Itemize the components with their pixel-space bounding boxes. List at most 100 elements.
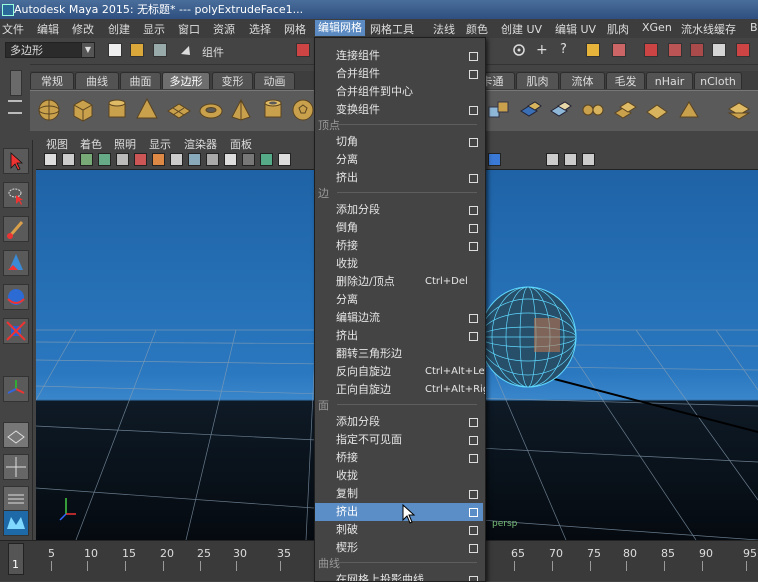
select-tool[interactable] <box>3 148 29 174</box>
menu-item[interactable]: 删除边/顶点 Ctrl+Del <box>315 273 483 291</box>
menu-item[interactable]: 分离 <box>315 291 483 309</box>
option-box-icon[interactable] <box>469 138 478 147</box>
camera-cube-icon[interactable] <box>546 153 559 166</box>
menu-item[interactable]: 指定不可见面 <box>315 431 483 449</box>
camera-select-icon[interactable] <box>44 153 57 166</box>
menu-item[interactable]: 收拢 <box>315 467 483 485</box>
poly-pyramid-icon[interactable] <box>228 97 254 123</box>
menu-item[interactable]: 桥接 <box>315 237 483 255</box>
extract-icon[interactable] <box>548 97 574 123</box>
lock-icon[interactable] <box>586 43 600 57</box>
paint-select-tool[interactable] <box>3 216 29 242</box>
menubar-item[interactable]: 颜色 <box>466 21 488 37</box>
selection-mode-icon[interactable] <box>178 43 192 57</box>
menubar-item[interactable]: 肌肉 <box>607 21 629 37</box>
menu-item[interactable]: 翻转三角形边 <box>315 345 483 363</box>
image-plane-icon[interactable] <box>98 153 111 166</box>
option-box-icon[interactable] <box>469 314 478 323</box>
menu-item[interactable]: 复制 <box>315 485 483 503</box>
option-box-icon[interactable] <box>469 508 478 517</box>
snap-curve-icon[interactable] <box>668 43 682 57</box>
poly-plane-icon[interactable] <box>166 97 192 123</box>
option-box-icon[interactable] <box>469 224 478 233</box>
option-box-icon[interactable] <box>469 206 478 215</box>
boolean-difference-icon[interactable] <box>644 97 670 123</box>
menubar-item[interactable]: 法线 <box>433 21 455 37</box>
menubar-item[interactable]: 创建 <box>108 21 130 37</box>
open-scene-icon[interactable] <box>130 43 144 57</box>
magnet-icon[interactable] <box>644 43 658 57</box>
isolate-select-icon[interactable] <box>278 153 291 166</box>
panel-menu-item[interactable]: 面板 <box>230 136 252 152</box>
menubar-item[interactable]: 资源 <box>213 21 235 37</box>
mirror-geometry-icon[interactable] <box>726 97 752 123</box>
grid-toggle-icon[interactable] <box>116 153 129 166</box>
combine-icon[interactable] <box>486 97 512 123</box>
menu-set-select[interactable]: 多边形 ▼ <box>5 42 95 58</box>
shelf-tab[interactable]: 变形 <box>212 72 253 89</box>
menu-item[interactable]: 在网格上投影曲线 <box>315 571 483 581</box>
new-scene-icon[interactable] <box>108 43 122 57</box>
menu-item[interactable]: 挤出 <box>315 503 483 521</box>
shelf-tab[interactable]: nHair <box>646 72 693 89</box>
current-frame-marker[interactable]: 1 <box>8 543 24 575</box>
wireframe-icon[interactable] <box>170 153 183 166</box>
boolean-intersection-icon[interactable] <box>676 97 702 123</box>
menubar-item[interactable]: 网格 <box>284 21 306 37</box>
four-pane-layout-icon[interactable] <box>3 454 29 480</box>
shelf-tab[interactable]: 肌肉 <box>516 72 559 89</box>
panel-menu-item[interactable]: 着色 <box>80 136 102 152</box>
manipulator-tool[interactable] <box>3 376 29 402</box>
xray-joints-icon[interactable] <box>488 153 501 166</box>
shelf-tab[interactable]: 曲线 <box>75 72 119 89</box>
option-box-icon[interactable] <box>469 174 478 183</box>
help-icon[interactable]: ? <box>560 42 574 57</box>
menu-item[interactable]: 连接组件 <box>315 47 483 65</box>
option-box-icon[interactable] <box>469 242 478 251</box>
rotate-tool[interactable] <box>3 284 29 310</box>
single-pane-layout-icon[interactable] <box>3 422 29 448</box>
menubar-item[interactable]: 网格工具 <box>370 21 414 37</box>
wireframe-on-shaded-icon[interactable] <box>564 153 577 166</box>
menu-item[interactable]: 反向自旋边 Ctrl+Alt+Left <box>315 363 485 381</box>
snap-to-points-icon[interactable] <box>512 43 526 57</box>
save-scene-icon[interactable] <box>153 43 167 57</box>
render-region-icon[interactable] <box>612 43 626 57</box>
menubar-item[interactable]: XGen <box>642 21 672 34</box>
snap-grid-icon[interactable] <box>690 43 704 57</box>
menubar-item[interactable]: Bi <box>750 21 758 34</box>
separate-icon[interactable] <box>518 97 544 123</box>
panel-menu-item[interactable]: 显示 <box>149 136 171 152</box>
lighting-icon[interactable] <box>224 153 237 166</box>
scale-tool[interactable] <box>3 318 29 344</box>
option-box-icon[interactable] <box>469 576 478 581</box>
menu-item[interactable]: 合并组件 <box>315 65 483 83</box>
smooth-icon[interactable] <box>580 97 606 123</box>
move-tool[interactable] <box>3 250 29 276</box>
lasso-tool[interactable] <box>3 182 29 208</box>
menubar-item[interactable]: 流水线缓存 <box>681 21 736 37</box>
option-box-icon[interactable] <box>469 454 478 463</box>
hud-icon[interactable] <box>582 153 595 166</box>
poly-pipe-icon[interactable] <box>260 97 286 123</box>
shelf-tab[interactable]: 动画 <box>254 72 295 89</box>
resolution-gate-icon[interactable] <box>152 153 165 166</box>
menubar-item[interactable]: 文件 <box>2 21 24 37</box>
panel-menu-item[interactable]: 视图 <box>46 136 68 152</box>
menubar-item[interactable]: 窗口 <box>178 21 200 37</box>
option-box-icon[interactable] <box>469 490 478 499</box>
film-gate-icon[interactable] <box>134 153 147 166</box>
textured-icon[interactable] <box>206 153 219 166</box>
poly-cylinder-icon[interactable] <box>104 97 130 123</box>
menu-item[interactable]: 编辑边流 <box>315 309 483 327</box>
shelf-tab[interactable]: 毛发 <box>606 72 645 89</box>
panel-menu-item[interactable]: 渲染器 <box>184 136 217 152</box>
menubar-item[interactable]: 选择 <box>249 21 271 37</box>
poly-cone-icon[interactable] <box>134 97 160 123</box>
menu-item[interactable]: 刺破 <box>315 521 483 539</box>
shelf-collapse-handle[interactable] <box>10 70 22 96</box>
menubar-item[interactable]: 显示 <box>143 21 165 37</box>
option-box-icon[interactable] <box>469 70 478 79</box>
smooth-shade-icon[interactable] <box>188 153 201 166</box>
xray-icon[interactable] <box>260 153 273 166</box>
